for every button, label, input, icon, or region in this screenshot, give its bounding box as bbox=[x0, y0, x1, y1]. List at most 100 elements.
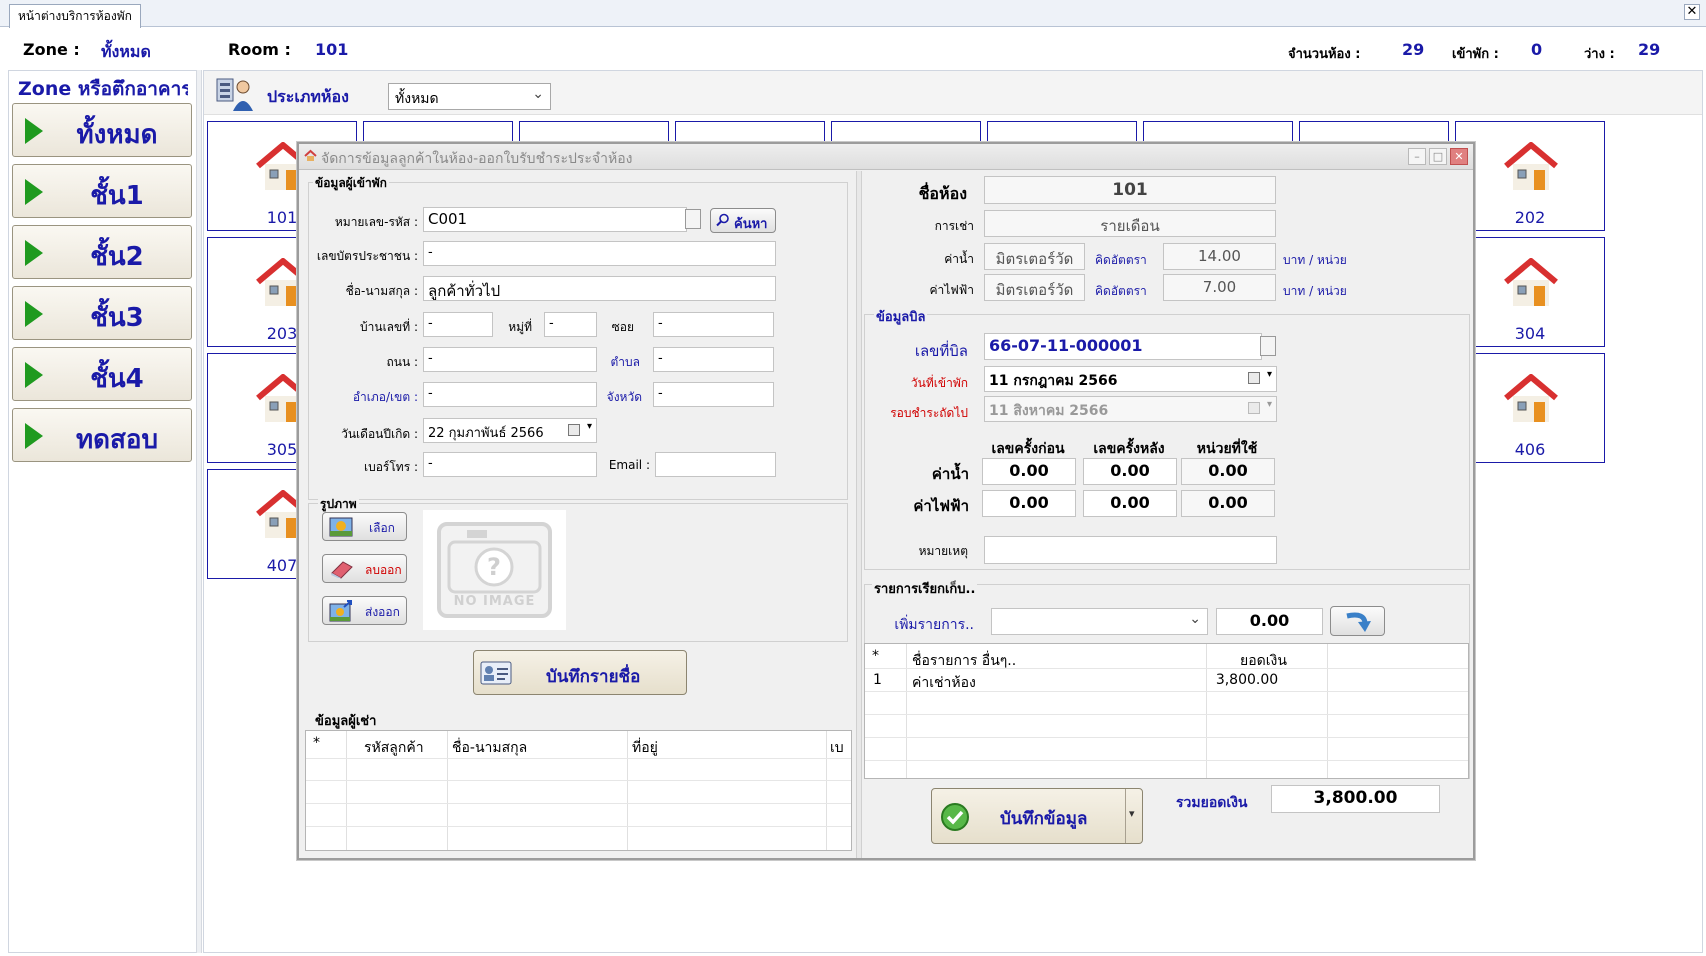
room-tile-304[interactable]: 304 bbox=[1455, 237, 1605, 347]
province-input[interactable]: - bbox=[653, 382, 774, 407]
zone-value: ทั้งหมด bbox=[101, 42, 151, 61]
zone-label: Zone : bbox=[23, 40, 80, 59]
note-input[interactable] bbox=[984, 536, 1277, 564]
tenant-col-address: ที่อยู่ bbox=[632, 740, 658, 756]
room-tile-202[interactable]: 202 bbox=[1455, 121, 1605, 231]
district-input[interactable]: - bbox=[423, 382, 597, 407]
water-used-field: 0.00 bbox=[1181, 458, 1275, 485]
export-photo-button[interactable]: ส่งออก bbox=[322, 596, 407, 625]
room-tile[interactable] bbox=[831, 121, 981, 143]
bill-number-browse-button[interactable] bbox=[1260, 336, 1276, 356]
room-tile[interactable] bbox=[675, 121, 825, 143]
window-tabbar bbox=[0, 0, 1706, 27]
grand-total-label: รวมยอดเงิน bbox=[1176, 795, 1248, 811]
bill-number-field[interactable]: 66-07-11-000001 bbox=[984, 333, 1262, 360]
save-data-label: บันทึกข้อมูล bbox=[1000, 809, 1088, 829]
house-icon bbox=[1504, 374, 1558, 422]
svg-text:?: ? bbox=[487, 553, 501, 581]
id-card-input[interactable]: - bbox=[423, 241, 776, 266]
road-input[interactable]: - bbox=[423, 347, 597, 372]
total-rooms-value: 29 bbox=[1402, 40, 1425, 59]
checkin-date-label: วันที่เข้าพัก bbox=[910, 376, 968, 390]
photo-placeholder: ? NO IMAGE bbox=[423, 510, 566, 630]
full-name-input[interactable]: ลูกค้าทั่วไป bbox=[423, 276, 776, 301]
soi-input[interactable]: - bbox=[653, 312, 774, 337]
water-current-input[interactable]: 0.00 bbox=[1083, 458, 1177, 485]
window-close-button[interactable]: ✕ bbox=[1684, 4, 1700, 20]
phone-label: เบอร์โทร : bbox=[363, 460, 418, 474]
panel-splitter[interactable] bbox=[196, 70, 202, 953]
save-name-label: บันทึกรายชื่อ bbox=[546, 667, 641, 687]
save-name-button[interactable]: บันทึกรายชื่อ bbox=[473, 650, 687, 695]
col-units-used: หน่วยที่ใช้ bbox=[1196, 441, 1258, 457]
grid-row-line bbox=[865, 714, 1468, 715]
guest-info-label: ข้อมูลผู้เข้าพัก bbox=[313, 174, 389, 193]
customer-code-browse-button[interactable] bbox=[685, 209, 701, 229]
house-number-label: บ้านเลขที่ : bbox=[360, 320, 418, 334]
dialog-splitter[interactable] bbox=[856, 171, 862, 858]
house-icon bbox=[1504, 142, 1558, 190]
grid-row-line bbox=[865, 737, 1468, 738]
home-icon bbox=[304, 149, 317, 161]
grid-divider bbox=[447, 731, 448, 850]
choose-photo-label: เลือก bbox=[369, 521, 395, 535]
house-number-input[interactable]: - bbox=[423, 312, 493, 337]
zone-panel-title: Zone หรือตึกอาคาร bbox=[18, 78, 188, 100]
customer-code-input[interactable]: C001 bbox=[423, 207, 687, 232]
calendar-icon bbox=[1248, 402, 1260, 414]
tenant-col-name: ชื่อ-นามสกุล bbox=[452, 740, 528, 756]
tab-room-service[interactable]: หน้าต่างบริการห้องพัก bbox=[9, 4, 141, 28]
tenant-info-label: ข้อมูลผู้เช่า bbox=[313, 710, 379, 731]
vacant-value: 29 bbox=[1638, 40, 1661, 59]
road-label: ถนน : bbox=[386, 355, 418, 369]
water-rate-label: คิดอัตตรา bbox=[1095, 253, 1147, 267]
room-tile[interactable] bbox=[519, 121, 669, 143]
room-tile[interactable] bbox=[363, 121, 513, 143]
moo-label: หมู่ที่ bbox=[508, 320, 532, 334]
room-tile[interactable] bbox=[1299, 121, 1449, 143]
electric-previous-input[interactable]: 0.00 bbox=[982, 490, 1076, 517]
delete-photo-button[interactable]: ลบออก bbox=[322, 554, 407, 583]
add-charge-amount-input[interactable]: 0.00 bbox=[1216, 608, 1323, 635]
room-type-select[interactable]: ทั้งหมด ⌄ bbox=[388, 83, 551, 110]
dialog-maximize-button[interactable]: □ bbox=[1429, 148, 1447, 165]
room-tile-406[interactable]: 406 bbox=[1455, 353, 1605, 463]
zone-button-floor3[interactable]: ชั้น3 bbox=[12, 286, 192, 340]
room-tile[interactable] bbox=[1143, 121, 1293, 143]
phone-input[interactable]: - bbox=[423, 452, 597, 477]
save-data-button[interactable]: บันทึกข้อมูล ▾ bbox=[931, 788, 1143, 844]
choose-photo-button[interactable]: เลือก bbox=[322, 512, 407, 541]
room-type-icon bbox=[216, 78, 253, 111]
save-options-dropdown-icon[interactable]: ▾ bbox=[1129, 807, 1135, 820]
room-tile[interactable] bbox=[987, 121, 1137, 143]
col-previous-reading: เลขครั้งก่อน bbox=[991, 441, 1065, 457]
zone-button-test[interactable]: ทดสอบ bbox=[12, 408, 192, 462]
zone-button-floor1[interactable]: ชั้น1 bbox=[12, 164, 192, 218]
play-icon bbox=[25, 301, 43, 327]
room-number: 202 bbox=[1514, 208, 1546, 227]
add-charge-select[interactable]: ⌄ bbox=[991, 608, 1208, 635]
table-row[interactable]: 1 ค่าเช่าห้อง 3,800.00 bbox=[865, 669, 1468, 691]
chevron-down-icon: ⌄ bbox=[532, 86, 544, 102]
email-input[interactable] bbox=[655, 452, 776, 477]
zone-button-label: ชั้น2 bbox=[90, 242, 144, 272]
room-label: Room : bbox=[228, 40, 291, 59]
dialog-minimize-button[interactable]: – bbox=[1408, 148, 1426, 165]
zone-button-all[interactable]: ทั้งหมด bbox=[12, 103, 192, 157]
total-rooms-label: จำนวนห้อง : bbox=[1288, 47, 1361, 62]
zone-button-floor2[interactable]: ชั้น2 bbox=[12, 225, 192, 279]
zone-button-floor4[interactable]: ชั้น4 bbox=[12, 347, 192, 401]
checkin-date-picker[interactable]: 11 กรกฎาคม 2566 ▾ bbox=[984, 366, 1277, 392]
tab-label: หน้าต่างบริการห้องพัก bbox=[18, 9, 132, 23]
electric-current-input[interactable]: 0.00 bbox=[1083, 490, 1177, 517]
dialog-close-button[interactable]: ✕ bbox=[1450, 148, 1468, 165]
birth-date-picker[interactable]: 22 กุมภาพันธ์ 2566 ▾ bbox=[423, 418, 597, 443]
add-charge-button[interactable] bbox=[1330, 606, 1385, 636]
play-icon bbox=[25, 240, 43, 266]
subdistrict-input[interactable]: - bbox=[653, 347, 774, 372]
water-previous-input[interactable]: 0.00 bbox=[982, 458, 1076, 485]
moo-input[interactable]: - bbox=[544, 312, 597, 337]
dropdown-arrow-icon: ▾ bbox=[1266, 399, 1272, 410]
search-button[interactable]: ค้นหา bbox=[710, 208, 776, 233]
tenant-col-marker: * bbox=[313, 735, 320, 751]
